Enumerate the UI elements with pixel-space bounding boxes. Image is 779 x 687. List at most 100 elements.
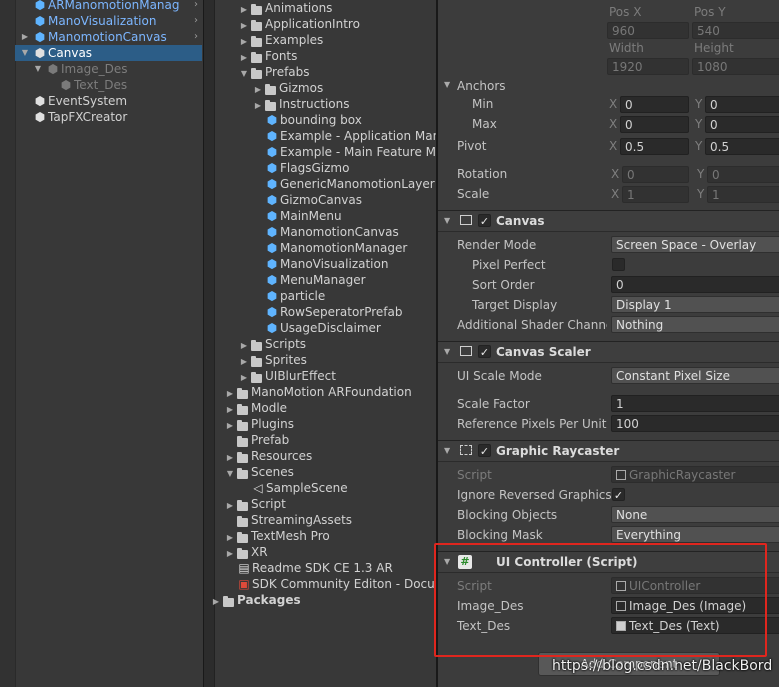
render-mode-dropdown[interactable]: Screen Space - Overlay (611, 236, 779, 253)
hierarchy-item[interactable]: ⬢ Text_Des (15, 77, 202, 93)
pos-y-field[interactable]: 540 (692, 22, 779, 39)
project-item-label: Prefabs (265, 65, 310, 79)
rotation-x-tag: X (611, 167, 620, 181)
ignore-reversed-checkbox[interactable]: ✓ (612, 488, 625, 502)
blocking-objects-dropdown[interactable]: None (611, 506, 779, 523)
project-item[interactable]: ▶ Resources (224, 448, 436, 464)
hierarchy-item[interactable]: ⬢ EventSystem (15, 93, 202, 109)
project-item[interactable]: ▤ Readme SDK CE 1.3 AR (224, 560, 436, 576)
project-item[interactable]: ⬢ ManomotionManager (252, 240, 436, 256)
pos-x-field[interactable]: 960 (607, 22, 689, 39)
rotation-x-field[interactable]: 0 (622, 166, 689, 183)
project-item[interactable]: ▣ SDK Community Editon - Docum (224, 576, 436, 592)
chevron-right-icon[interactable]: › (194, 13, 198, 29)
pivot-y-field[interactable]: 0.5 (705, 138, 779, 155)
canvas-foldout-arrow[interactable]: ▼ (444, 211, 450, 231)
graphic-raycaster-foldout-arrow[interactable]: ▼ (444, 441, 450, 461)
project-item[interactable]: StreamingAssets (224, 512, 436, 528)
project-item[interactable]: ⬢ GenericManomotionLayer (252, 176, 436, 192)
expand-arrow-icon[interactable]: ▼ (32, 61, 44, 77)
project-item[interactable]: ▶ Examples (238, 32, 436, 48)
canvas-component-header[interactable]: ▼ ✓ Canvas (438, 210, 779, 232)
project-item[interactable]: ▶ ApplicationIntro (238, 16, 436, 32)
expand-arrow-icon[interactable]: ▼ (19, 45, 31, 61)
project-item[interactable]: ⬢ ManomotionCanvas (252, 224, 436, 240)
canvas-scaler-foldout-arrow[interactable]: ▼ (444, 342, 450, 362)
project-item-label: Script (251, 497, 286, 511)
chevron-right-icon[interactable]: › (194, 0, 198, 13)
project-item[interactable]: ▼ Scenes (224, 464, 436, 480)
shader-channels-dropdown[interactable]: Nothing (611, 316, 779, 333)
anchor-min-y-field[interactable]: 0 (705, 96, 779, 113)
anchor-min-x-field[interactable]: 0 (620, 96, 689, 113)
anchor-max-x-field[interactable]: 0 (620, 116, 689, 133)
project-item[interactable]: ▶ Scripts (238, 336, 436, 352)
ui-scale-mode-dropdown[interactable]: Constant Pixel Size (611, 367, 779, 384)
project-item-label: ManomotionCanvas (280, 225, 399, 239)
highlight-box (434, 543, 767, 657)
project-item[interactable]: ▼ Prefabs (238, 64, 436, 80)
project-item[interactable]: ▶ TextMesh Pro (224, 528, 436, 544)
pixels-per-unit-field[interactable]: 100 (611, 415, 779, 432)
ui-scale-mode-label: UI Scale Mode (457, 369, 542, 383)
canvas-enabled-checkbox[interactable]: ✓ (478, 214, 491, 228)
project-item[interactable]: ▶ Fonts (238, 48, 436, 64)
hierarchy-item[interactable]: ▼ ⬢ Image_Des (15, 61, 202, 77)
scale-x-field[interactable]: 1 (622, 186, 689, 203)
project-item[interactable]: ▶ Script (224, 496, 436, 512)
scale-factor-field[interactable]: 1 (611, 395, 779, 412)
project-item[interactable]: ⬢ FlagsGizmo (252, 160, 436, 176)
project-item[interactable]: ⬢ particle (252, 288, 436, 304)
anchors-foldout-arrow[interactable]: ▼ (444, 80, 450, 89)
project-item[interactable]: ▶ ManoMotion ARFoundation (224, 384, 436, 400)
project-item[interactable]: ▶ Animations (238, 0, 436, 16)
project-item[interactable]: ▶ Sprites (238, 352, 436, 368)
project-item[interactable]: ⬢ MenuManager (252, 272, 436, 288)
project-item[interactable]: ⬢ ManoVisualization (252, 256, 436, 272)
blocking-mask-dropdown[interactable]: Everything (611, 526, 779, 543)
project-item[interactable]: ⬢ MainMenu (252, 208, 436, 224)
project-item[interactable]: ▶ Modle (224, 400, 436, 416)
hierarchy-item[interactable]: ⬢ ARManomotionManag › (15, 0, 202, 13)
project-item[interactable]: ◁ SampleScene (238, 480, 436, 496)
project-item[interactable]: ⬢ GizmoCanvas (252, 192, 436, 208)
scale-y-field[interactable]: 1 (707, 186, 779, 203)
project-item[interactable]: ⬢ Example - Main Feature Me (252, 144, 436, 160)
expand-arrow-icon[interactable]: ▼ (238, 66, 250, 82)
project-item[interactable]: ⬢ RowSeperatorPrefab (252, 304, 436, 320)
project-item[interactable]: ⬢ bounding box (252, 112, 436, 128)
project-item[interactable]: ▶ Gizmos (252, 80, 436, 96)
pivot-y-tag: Y (695, 139, 703, 153)
graphic-raycaster-header[interactable]: ▼ ✓ Graphic Raycaster (438, 440, 779, 462)
expand-arrow-icon[interactable]: ▶ (19, 29, 31, 45)
canvas-scaler-header[interactable]: ▼ ✓ Canvas Scaler (438, 341, 779, 363)
expand-arrow-icon[interactable]: ▼ (224, 466, 236, 482)
project-item[interactable]: ⬢ UsageDisclaimer (252, 320, 436, 336)
project-item[interactable]: ▶ XR (224, 544, 436, 560)
rotation-y-field[interactable]: 0 (707, 166, 779, 183)
graphic-raycaster-enabled-checkbox[interactable]: ✓ (478, 444, 491, 458)
project-item[interactable]: ⬢ Example - Application Mana (252, 128, 436, 144)
canvas-scaler-enabled-checkbox[interactable]: ✓ (478, 345, 491, 359)
target-display-dropdown[interactable]: Display 1 (611, 296, 779, 313)
pivot-x-field[interactable]: 0.5 (620, 138, 689, 155)
gameobject-icon: ⬢ (34, 94, 46, 108)
sort-order-field[interactable]: 0 (611, 276, 779, 293)
hierarchy-item[interactable]: ▶ ⬢ ManomotionCanvas › (15, 29, 202, 45)
project-item[interactable]: ▶ Instructions (252, 96, 436, 112)
project-item[interactable]: ▶ UIBlurEffect (238, 368, 436, 384)
pixel-perfect-checkbox[interactable] (612, 258, 625, 271)
height-field[interactable]: 1080 (692, 58, 779, 75)
project-item[interactable]: ▶ Plugins (224, 416, 436, 432)
hierarchy-item[interactable]: ▼ ⬢ Canvas (15, 45, 202, 61)
expand-arrow-icon[interactable]: ▶ (210, 594, 222, 610)
project-item[interactable]: Prefab (224, 432, 436, 448)
hierarchy-item[interactable]: ⬢ ManoVisualization › (15, 13, 202, 29)
anchor-max-y-field[interactable]: 0 (705, 116, 779, 133)
chevron-right-icon[interactable]: › (194, 29, 198, 45)
project-item[interactable]: ▶ Packages (210, 592, 436, 608)
project-item-label: GenericManomotionLayer (280, 177, 435, 191)
width-field[interactable]: 1920 (607, 58, 689, 75)
hierarchy-item[interactable]: ⬢ TapFXCreator (15, 109, 202, 125)
project-scroll-strip[interactable] (204, 0, 215, 687)
